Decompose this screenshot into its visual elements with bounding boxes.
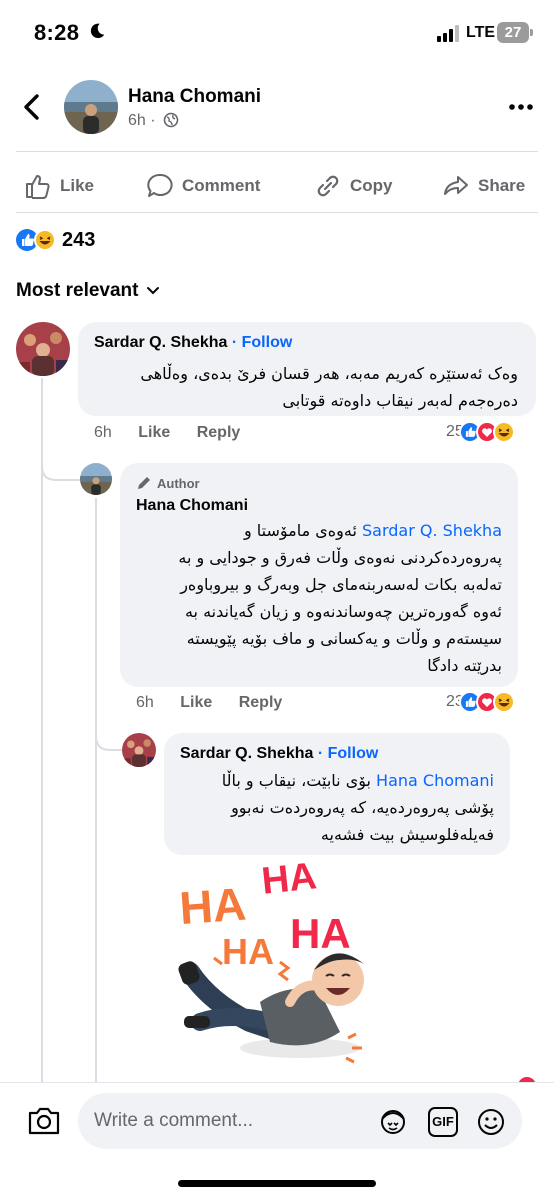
author-avatar[interactable]	[64, 80, 118, 134]
haha-reaction-icon	[492, 421, 515, 443]
comment-reactions[interactable]: 25	[446, 421, 515, 443]
comment-like-button[interactable]: Like	[138, 424, 170, 441]
comment-text-line: سیستەم و وڵات و یەکسانی و ماف بۆیە پێویس…	[186, 629, 502, 648]
comment-icon	[147, 173, 173, 197]
comment-text-line: ئەوە گەورەترین چەوساندنەوە و زیان گەیاند…	[184, 602, 502, 621]
battery-indicator: 27	[497, 22, 533, 43]
comment-input[interactable]	[94, 1107, 374, 1135]
share-label: Share	[478, 176, 526, 195]
comment-text-line: بدرێتە دادگا	[427, 656, 502, 675]
commenter-avatar[interactable]	[122, 733, 156, 767]
author-badge: Author	[136, 475, 200, 491]
globe-icon	[163, 112, 179, 128]
comment-text-line: تەلەبە بکات لەسەربنەمای جل وبەرگ و بیروب…	[180, 575, 502, 594]
comment-text-line: وەک ئەستێرە کەریم مەبە، هەر قسان فرێ بدە…	[140, 364, 518, 383]
comment-text-fragment: بۆی نابێت، نیقاب و باڵا	[221, 771, 371, 790]
comment-meta: 6h Like Reply	[136, 694, 304, 712]
comment-like-button[interactable]: Like	[180, 694, 212, 711]
like-label: Like	[60, 176, 95, 195]
laughing-avatar-sticker[interactable]: HA HA HA HA	[170, 852, 390, 1072]
sticker-text: HA	[290, 910, 351, 957]
comment-reply-button[interactable]: Reply	[239, 694, 283, 711]
comment-age: 6h	[94, 424, 112, 441]
follow-button[interactable]: Follow	[242, 334, 293, 351]
comment-meta: 6h Like Reply	[94, 424, 262, 442]
comment-text-line: فەیلەفلوسیش بیت فشەیە	[320, 825, 494, 844]
thread-connector	[41, 440, 81, 481]
status-time: 8:28	[34, 20, 80, 45]
moon-icon	[90, 23, 105, 39]
avatar-sticker-icon[interactable]	[378, 1107, 408, 1137]
comment-text: Hana Chomani بۆی نابێت، نیقاب و باڵا پۆش…	[164, 767, 494, 848]
mention-link[interactable]: Sardar Q. Shekha	[362, 521, 502, 540]
comment-bubble[interactable]: Author Hana Chomani Sardar Q. Shekha ئەو…	[120, 463, 518, 687]
comment-author[interactable]: Hana Chomani	[136, 497, 248, 515]
follow-button[interactable]: Follow	[328, 745, 379, 762]
comment-sort-dropdown[interactable]: Most relevant	[16, 280, 160, 302]
emoji-icon[interactable]	[476, 1107, 506, 1137]
back-arrow-icon[interactable]	[18, 92, 46, 122]
copy-label: Copy	[350, 176, 393, 195]
thread-line	[95, 498, 97, 1082]
comment-age: 6h	[136, 694, 154, 711]
post-header: Hana Chomani 6h ·	[0, 66, 554, 152]
comment-label: Comment	[182, 176, 261, 195]
thread-connector	[95, 712, 125, 751]
comment-author[interactable]: Sardar Q. Shekha	[180, 745, 313, 762]
home-indicator	[178, 1180, 376, 1187]
post-age: 6h	[128, 112, 146, 129]
divider	[16, 151, 538, 152]
comment-text: Sardar Q. Shekha ئەوەی مامۆستا و پەروەرد…	[122, 517, 502, 679]
comment-bubble[interactable]: Sardar Q. Shekha · Follow Hana Chomani ب…	[164, 733, 510, 855]
chevron-down-icon	[147, 287, 160, 295]
comment-author-line: Sardar Q. Shekha · Follow	[94, 334, 293, 351]
like-button[interactable]: Like	[24, 172, 94, 200]
copy-button[interactable]: Copy	[314, 172, 393, 200]
sticker-text: HA	[222, 931, 274, 972]
thumbs-up-icon	[26, 175, 50, 199]
commenter-avatar[interactable]	[80, 463, 112, 495]
reaction-count: 243	[62, 228, 96, 251]
comment-text-line: پۆشی پەروەردەیە، کە پەروەردەت نەبوو	[231, 798, 494, 817]
post-action-bar: Like Comment Copy Share	[0, 160, 554, 212]
comment-text-fragment: ئەوەی مامۆستا و	[243, 521, 357, 540]
pencil-icon	[138, 477, 150, 489]
comment-author[interactable]: Sardar Q. Shekha	[94, 334, 227, 351]
sticker-text: HA	[260, 855, 319, 903]
comment-text: وەک ئەستێرە کەریم مەبە، هەر قسان فرێ بدە…	[88, 360, 518, 414]
haha-reaction-icon	[492, 691, 515, 713]
comment-text-line: Sardar Q. Shekha ئەوەی مامۆستا و	[122, 517, 502, 544]
mention-link[interactable]: Hana Chomani	[376, 771, 494, 790]
comment-bubble[interactable]: Sardar Q. Shekha · Follow وەک ئەستێرە کە…	[78, 322, 536, 416]
post-meta: 6h ·	[128, 112, 179, 130]
commenter-avatar[interactable]	[16, 322, 70, 376]
gif-button[interactable]: GIF	[428, 1107, 458, 1137]
comment-reactions[interactable]: 23	[446, 691, 515, 713]
sticker-text: HA	[178, 878, 248, 935]
share-button[interactable]: Share	[442, 172, 525, 200]
comment-text-line: Hana Chomani بۆی نابێت، نیقاب و باڵا	[164, 767, 494, 794]
author-badge-label: Author	[157, 475, 200, 491]
comment-button[interactable]: Comment	[146, 172, 260, 200]
author-name[interactable]: Hana Chomani	[128, 86, 261, 108]
network-label: LTE	[466, 24, 496, 41]
camera-icon[interactable]	[26, 1103, 62, 1137]
thread-line	[41, 478, 43, 1082]
share-icon	[444, 176, 468, 195]
more-options-icon[interactable]	[508, 102, 534, 112]
comment-reply-button[interactable]: Reply	[197, 424, 241, 441]
haha-reaction-icon	[34, 229, 56, 251]
comment-text-line: پەروەردەکردنی نەوەی وڵات فەرق و جودایی و…	[178, 548, 502, 567]
sort-label: Most relevant	[16, 280, 139, 301]
comment-input-container[interactable]: GIF	[78, 1093, 522, 1149]
comment-text-line: دەرەجەم لەبەر نیقاب داوەتە قوتابی	[282, 391, 518, 410]
reaction-summary[interactable]: 243	[16, 226, 95, 254]
signal-icon	[437, 24, 461, 42]
status-bar: 8:28 LTE 27	[0, 0, 554, 66]
link-icon	[317, 175, 339, 197]
comment-author-line: Sardar Q. Shekha · Follow	[180, 745, 379, 762]
divider	[16, 212, 538, 213]
